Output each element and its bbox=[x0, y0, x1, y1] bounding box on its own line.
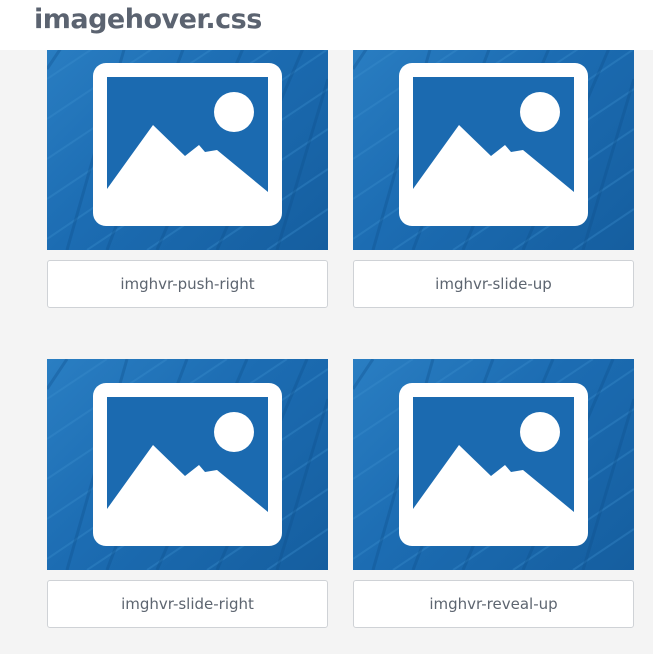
effect-card-push-right[interactable]: imghvr-push-right bbox=[47, 39, 328, 308]
site-logo[interactable]: imagehover.css bbox=[34, 4, 262, 35]
image-placeholder-icon bbox=[399, 63, 588, 226]
effect-card-slide-right[interactable]: imghvr-slide-right bbox=[47, 359, 328, 628]
effect-card-slide-up[interactable]: imghvr-slide-up bbox=[353, 39, 634, 308]
demo-thumbnail[interactable] bbox=[47, 359, 328, 570]
image-placeholder-icon bbox=[399, 383, 588, 546]
effect-label-button[interactable]: imghvr-reveal-up bbox=[353, 580, 634, 628]
demo-thumbnail[interactable] bbox=[47, 39, 328, 250]
demo-thumbnail[interactable] bbox=[353, 39, 634, 250]
image-placeholder-icon bbox=[93, 383, 282, 546]
effect-label-button[interactable]: imghvr-slide-right bbox=[47, 580, 328, 628]
effect-card-reveal-up[interactable]: imghvr-reveal-up bbox=[353, 359, 634, 628]
effect-label-button[interactable]: imghvr-slide-up bbox=[353, 260, 634, 308]
image-placeholder-icon bbox=[93, 63, 282, 226]
demo-thumbnail[interactable] bbox=[353, 359, 634, 570]
effect-label-button[interactable]: imghvr-push-right bbox=[47, 260, 328, 308]
site-header: imagehover.css bbox=[0, 0, 653, 50]
